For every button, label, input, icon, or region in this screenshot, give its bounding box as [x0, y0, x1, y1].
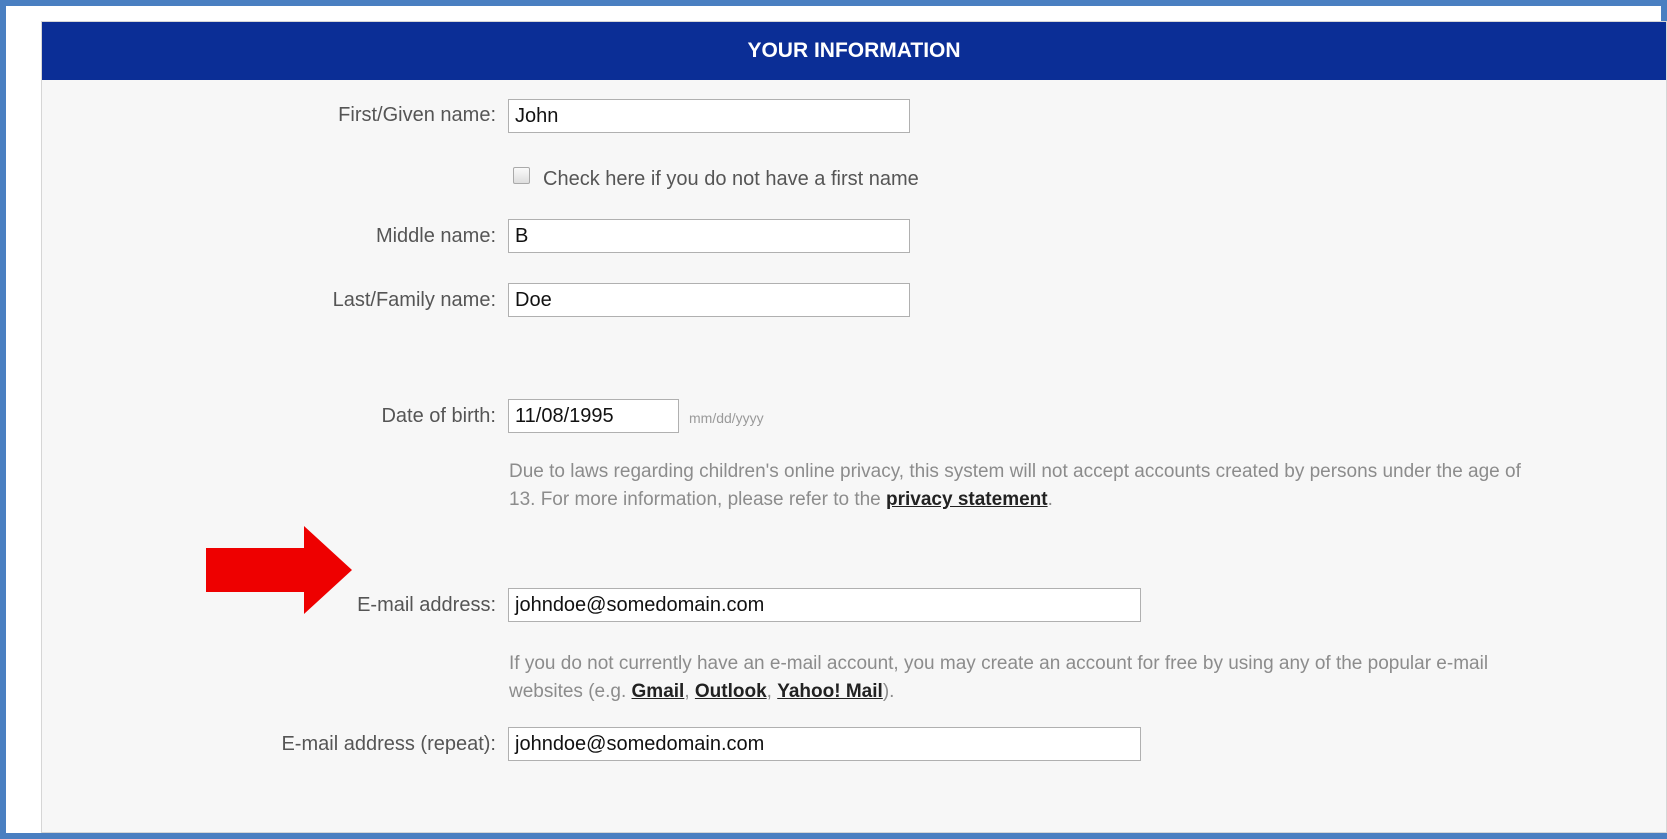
outlook-link[interactable]: Outlook [695, 681, 767, 702]
privacy-note-end: . [1047, 489, 1053, 510]
no-first-name-checkbox-label[interactable]: Check here if you do not have a first na… [543, 168, 919, 191]
email-label: E-mail address: [357, 594, 496, 616]
email-repeat-input[interactable]: johndoe@somedomain.com [508, 727, 1141, 761]
last-name-label: Last/Family name: [332, 289, 496, 311]
email-note: If you do not currently have an e-mail a… [509, 650, 1529, 706]
middle-name-input[interactable]: B [508, 219, 910, 253]
no-first-name-checkbox[interactable] [513, 167, 530, 184]
last-name-input[interactable]: Doe [508, 283, 910, 317]
email-repeat-label: E-mail address (repeat): [281, 733, 496, 755]
email-note-end: ). [882, 681, 895, 702]
middle-name-label: Middle name: [375, 225, 496, 247]
yahoo-mail-link[interactable]: Yahoo! Mail [777, 681, 883, 702]
dob-format-hint: mm/dd/yyyy [689, 410, 764, 426]
privacy-note: Due to laws regarding children's online … [509, 458, 1529, 514]
privacy-statement-link[interactable]: privacy statement [886, 489, 1048, 510]
first-name-input[interactable]: John [508, 99, 910, 133]
email-note-separator: , [766, 681, 778, 702]
section-header: YOUR INFORMATION [42, 22, 1666, 80]
dob-input[interactable]: 11/08/1995 [508, 399, 679, 433]
arrow-right-icon [206, 526, 352, 614]
email-note-separator: , [684, 681, 695, 702]
gmail-link[interactable]: Gmail [632, 681, 685, 702]
dob-label: Date of birth: [381, 405, 496, 427]
first-name-label: First/Given name: [338, 104, 496, 126]
your-information-panel: YOUR INFORMATION [41, 21, 1667, 833]
email-input[interactable]: johndoe@somedomain.com [508, 588, 1141, 622]
